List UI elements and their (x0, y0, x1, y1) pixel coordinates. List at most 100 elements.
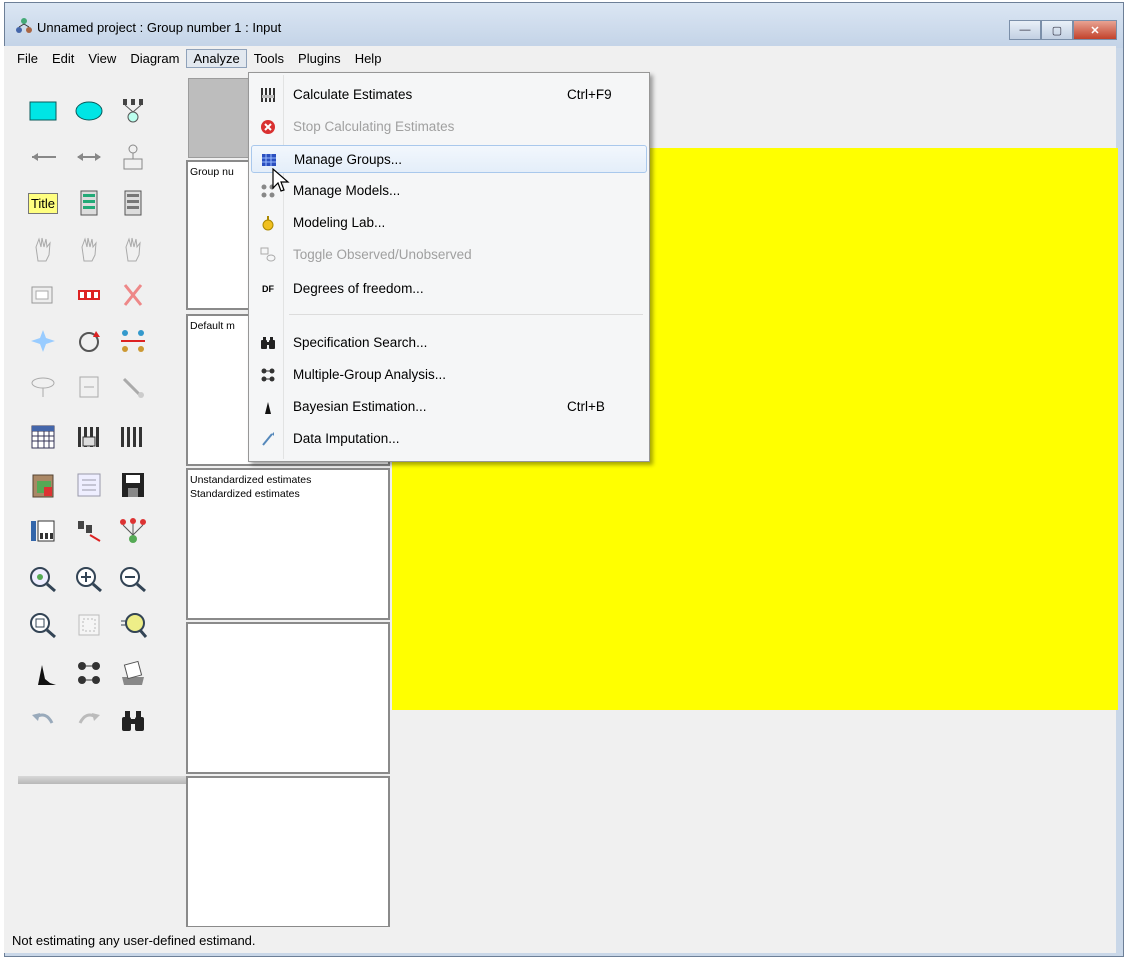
close-button[interactable]: ✕ (1073, 20, 1117, 40)
analysis-properties-icon[interactable] (72, 422, 106, 452)
menu-analyze[interactable]: Analyze (186, 48, 247, 68)
reflect-icon[interactable] (116, 326, 150, 356)
menu-item-label: Bayesian Estimation... (293, 399, 427, 414)
title-tool-label: Title (27, 192, 59, 214)
menu-item-data-imputation[interactable]: Data Imputation... (251, 425, 647, 453)
drag-properties-icon[interactable] (72, 516, 106, 546)
close-icon: ✕ (1090, 24, 1100, 37)
toggle-observed-icon (259, 246, 277, 264)
menu-item-label: Stop Calculating Estimates (293, 119, 455, 134)
data-imputation-icon (259, 430, 277, 448)
print-icon[interactable] (116, 658, 150, 688)
calculate-estimates-icon (259, 86, 277, 104)
scroll-icon[interactable] (72, 372, 106, 402)
menu-help[interactable]: Help (348, 49, 389, 68)
data-files-icon[interactable] (26, 422, 60, 452)
menu-diagram[interactable]: Diagram (123, 49, 186, 68)
menu-bar: File Edit View Diagram Analyze Tools Plu… (4, 46, 1116, 70)
deselect-all-icon[interactable] (116, 234, 150, 264)
binoculars-icon (259, 334, 277, 352)
move-icon[interactable] (72, 280, 106, 310)
menu-item-modeling-lab[interactable]: Modeling Lab... (251, 209, 647, 237)
menu-item-bayesian-estimation[interactable]: Bayesian Estimation... Ctrl+B (251, 393, 647, 421)
move-parameter-icon[interactable] (26, 372, 60, 402)
bayesian-icon[interactable] (26, 658, 60, 688)
menu-item-label: Manage Groups... (294, 152, 403, 167)
menu-item-label: Modeling Lab... (293, 215, 386, 230)
minimize-button[interactable]: — (1009, 20, 1041, 40)
menu-plugins[interactable]: Plugins (291, 49, 348, 68)
multiple-group-icon (259, 366, 277, 384)
preserve-symmetries-icon[interactable] (116, 516, 150, 546)
menu-item-multiple-group-analysis[interactable]: Multiple-Group Analysis... (251, 361, 647, 389)
output-standardized[interactable]: Standardized estimates (190, 487, 386, 501)
multiple-group-icon[interactable] (72, 658, 106, 688)
maximize-icon: ▢ (1051, 24, 1063, 37)
maximize-button[interactable]: ▢ (1041, 20, 1073, 40)
output-panel[interactable]: Unstandardized estimates Standardized es… (186, 468, 390, 620)
amos-app-icon (16, 18, 32, 33)
toolbox: Title (12, 70, 188, 790)
list-variables-model-icon[interactable] (72, 188, 106, 218)
menu-item-label: Specification Search... (293, 335, 428, 350)
loupe-icon[interactable] (116, 610, 150, 640)
duplicate-icon[interactable] (26, 280, 60, 310)
toolbox-scroll-strip[interactable] (18, 776, 188, 784)
ellipse-icon[interactable] (72, 96, 106, 126)
menu-file[interactable]: File (10, 49, 45, 68)
list-variables-data-icon[interactable] (116, 188, 150, 218)
zoom-in-icon[interactable] (72, 564, 106, 594)
menu-edit[interactable]: Edit (45, 49, 81, 68)
stop-icon (259, 118, 277, 136)
calculate-estimates-icon[interactable] (116, 422, 150, 452)
menu-view[interactable]: View (81, 49, 123, 68)
specification-search-icon[interactable] (116, 706, 150, 736)
menu-item-manage-groups[interactable]: Manage Groups... (251, 145, 647, 173)
rotate-icon[interactable] (72, 326, 106, 356)
shape-change-icon[interactable] (26, 326, 60, 356)
menu-tools[interactable]: Tools (247, 49, 291, 68)
window-title: Unnamed project : Group number 1 : Input (37, 20, 282, 35)
output-unstandardized[interactable]: Unstandardized estimates (190, 473, 386, 487)
zoom-out-icon[interactable] (116, 564, 150, 594)
redo-icon[interactable] (72, 706, 106, 736)
indicator-icon[interactable] (116, 96, 150, 126)
minimize-icon: — (1019, 24, 1031, 36)
menu-item-toggle-observed[interactable]: Toggle Observed/Unobserved (251, 241, 647, 269)
zoom-select-icon[interactable] (26, 564, 60, 594)
menu-item-label: Data Imputation... (293, 431, 400, 446)
clipboard-icon[interactable] (26, 470, 60, 500)
menu-item-calculate-estimates[interactable]: Calculate Estimates Ctrl+F9 (251, 81, 647, 109)
status-bar: Not estimating any user-defined estimand… (4, 927, 1116, 953)
path-diagram-toggle-button[interactable] (188, 78, 250, 158)
undo-icon[interactable] (26, 706, 60, 736)
object-properties-icon[interactable] (26, 516, 60, 546)
menu-item-stop-calculating[interactable]: Stop Calculating Estimates (251, 113, 647, 141)
title-bar[interactable]: Unnamed project : Group number 1 : Input… (5, 3, 1123, 48)
menu-item-label: Calculate Estimates (293, 87, 413, 102)
menu-item-label: Manage Models... (293, 183, 401, 198)
fit-page-icon[interactable] (72, 610, 106, 640)
zoom-page-icon[interactable] (26, 610, 60, 640)
status-text: Not estimating any user-defined estimand… (12, 932, 256, 948)
rectangle-icon[interactable] (26, 96, 60, 126)
double-arrow-icon[interactable] (72, 142, 106, 172)
menu-item-label: Multiple-Group Analysis... (293, 367, 447, 382)
df-icon: DF (262, 284, 274, 294)
single-arrow-icon[interactable] (26, 142, 60, 172)
menu-item-shortcut: Ctrl+B (567, 399, 605, 414)
select-one-icon[interactable] (26, 234, 60, 264)
menu-item-degrees-of-freedom[interactable]: DF Degrees of freedom... (251, 275, 647, 303)
save-icon[interactable] (116, 470, 150, 500)
modeling-lab-icon (259, 214, 277, 232)
select-all-icon[interactable] (72, 234, 106, 264)
menu-item-specification-search[interactable]: Specification Search... (251, 329, 647, 357)
bayesian-icon (259, 398, 277, 416)
erase-icon[interactable] (116, 280, 150, 310)
title-icon[interactable]: Title (26, 188, 60, 218)
unique-variable-icon[interactable] (116, 142, 150, 172)
touch-up-icon[interactable] (116, 372, 150, 402)
menu-separator (289, 314, 643, 315)
menu-item-manage-models[interactable]: Manage Models... (251, 177, 647, 205)
text-output-icon[interactable] (72, 470, 106, 500)
